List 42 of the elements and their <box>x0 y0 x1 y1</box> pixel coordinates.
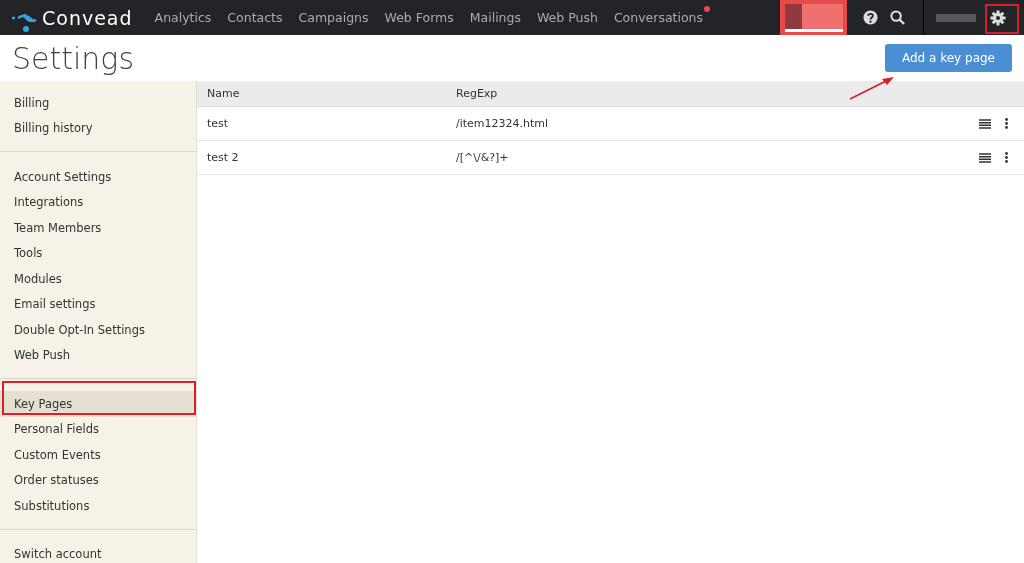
nav-link[interactable]: Mailings <box>469 10 521 25</box>
sidebar-item[interactable]: Double Opt-In Settings <box>0 317 196 343</box>
sidebar-item[interactable]: Substitutions <box>0 493 196 519</box>
page-title: Settings <box>12 40 134 76</box>
sidebar-item[interactable]: Account Settings <box>0 164 196 190</box>
more-icon[interactable] <box>1005 152 1008 163</box>
table-cell-text: /item12324.html <box>456 117 550 130</box>
sidebar-item[interactable]: Billing <box>0 90 196 116</box>
nav-link[interactable]: Campaigns <box>298 10 369 25</box>
brand-name: Convead <box>42 6 133 29</box>
help-icon[interactable] <box>863 10 878 25</box>
redacted-block <box>936 13 976 22</box>
list-icon[interactable] <box>979 152 991 163</box>
table-cell-text: test 2 <box>206 151 240 164</box>
sidebar-item[interactable]: Switch account <box>0 541 196 563</box>
highlight-frame <box>985 4 1019 34</box>
nav-link[interactable]: Conversations <box>613 10 704 25</box>
nav-link[interactable]: Analytics <box>154 10 212 25</box>
nav-link[interactable]: Web Push <box>537 10 598 25</box>
annotation-arrow <box>848 75 896 101</box>
sidebar-item[interactable]: Key Pages <box>0 391 196 417</box>
search-icon[interactable] <box>890 10 905 25</box>
sidebar-item[interactable]: Tools <box>0 240 196 266</box>
settings-icon[interactable] <box>990 9 1006 26</box>
column-header: RegExp <box>456 87 499 100</box>
sidebar-item[interactable]: Billing history <box>0 115 196 141</box>
sidebar-item[interactable]: Email settings <box>0 291 196 317</box>
nav-link[interactable]: Contacts <box>227 10 283 25</box>
more-icon[interactable] <box>1005 118 1008 129</box>
table-cell-text: /[^\/&?]+ <box>456 151 510 164</box>
list-icon[interactable] <box>979 118 991 129</box>
sidebar-item[interactable]: Order statuses <box>0 467 196 493</box>
sidebar-item[interactable]: Team Members <box>0 215 196 241</box>
nav-link[interactable]: Web Forms <box>384 10 454 25</box>
table-cell-text: test <box>206 117 230 130</box>
sidebar-item[interactable]: Personal Fields <box>0 416 196 442</box>
redacted-block <box>780 0 847 35</box>
sidebar-item[interactable]: Modules <box>0 266 196 292</box>
sidebar-item[interactable]: Web Push <box>0 342 196 368</box>
sidebar-item[interactable]: Custom Events <box>0 442 196 468</box>
sidebar-item[interactable]: Integrations <box>0 189 196 215</box>
column-header: Name <box>206 87 241 100</box>
